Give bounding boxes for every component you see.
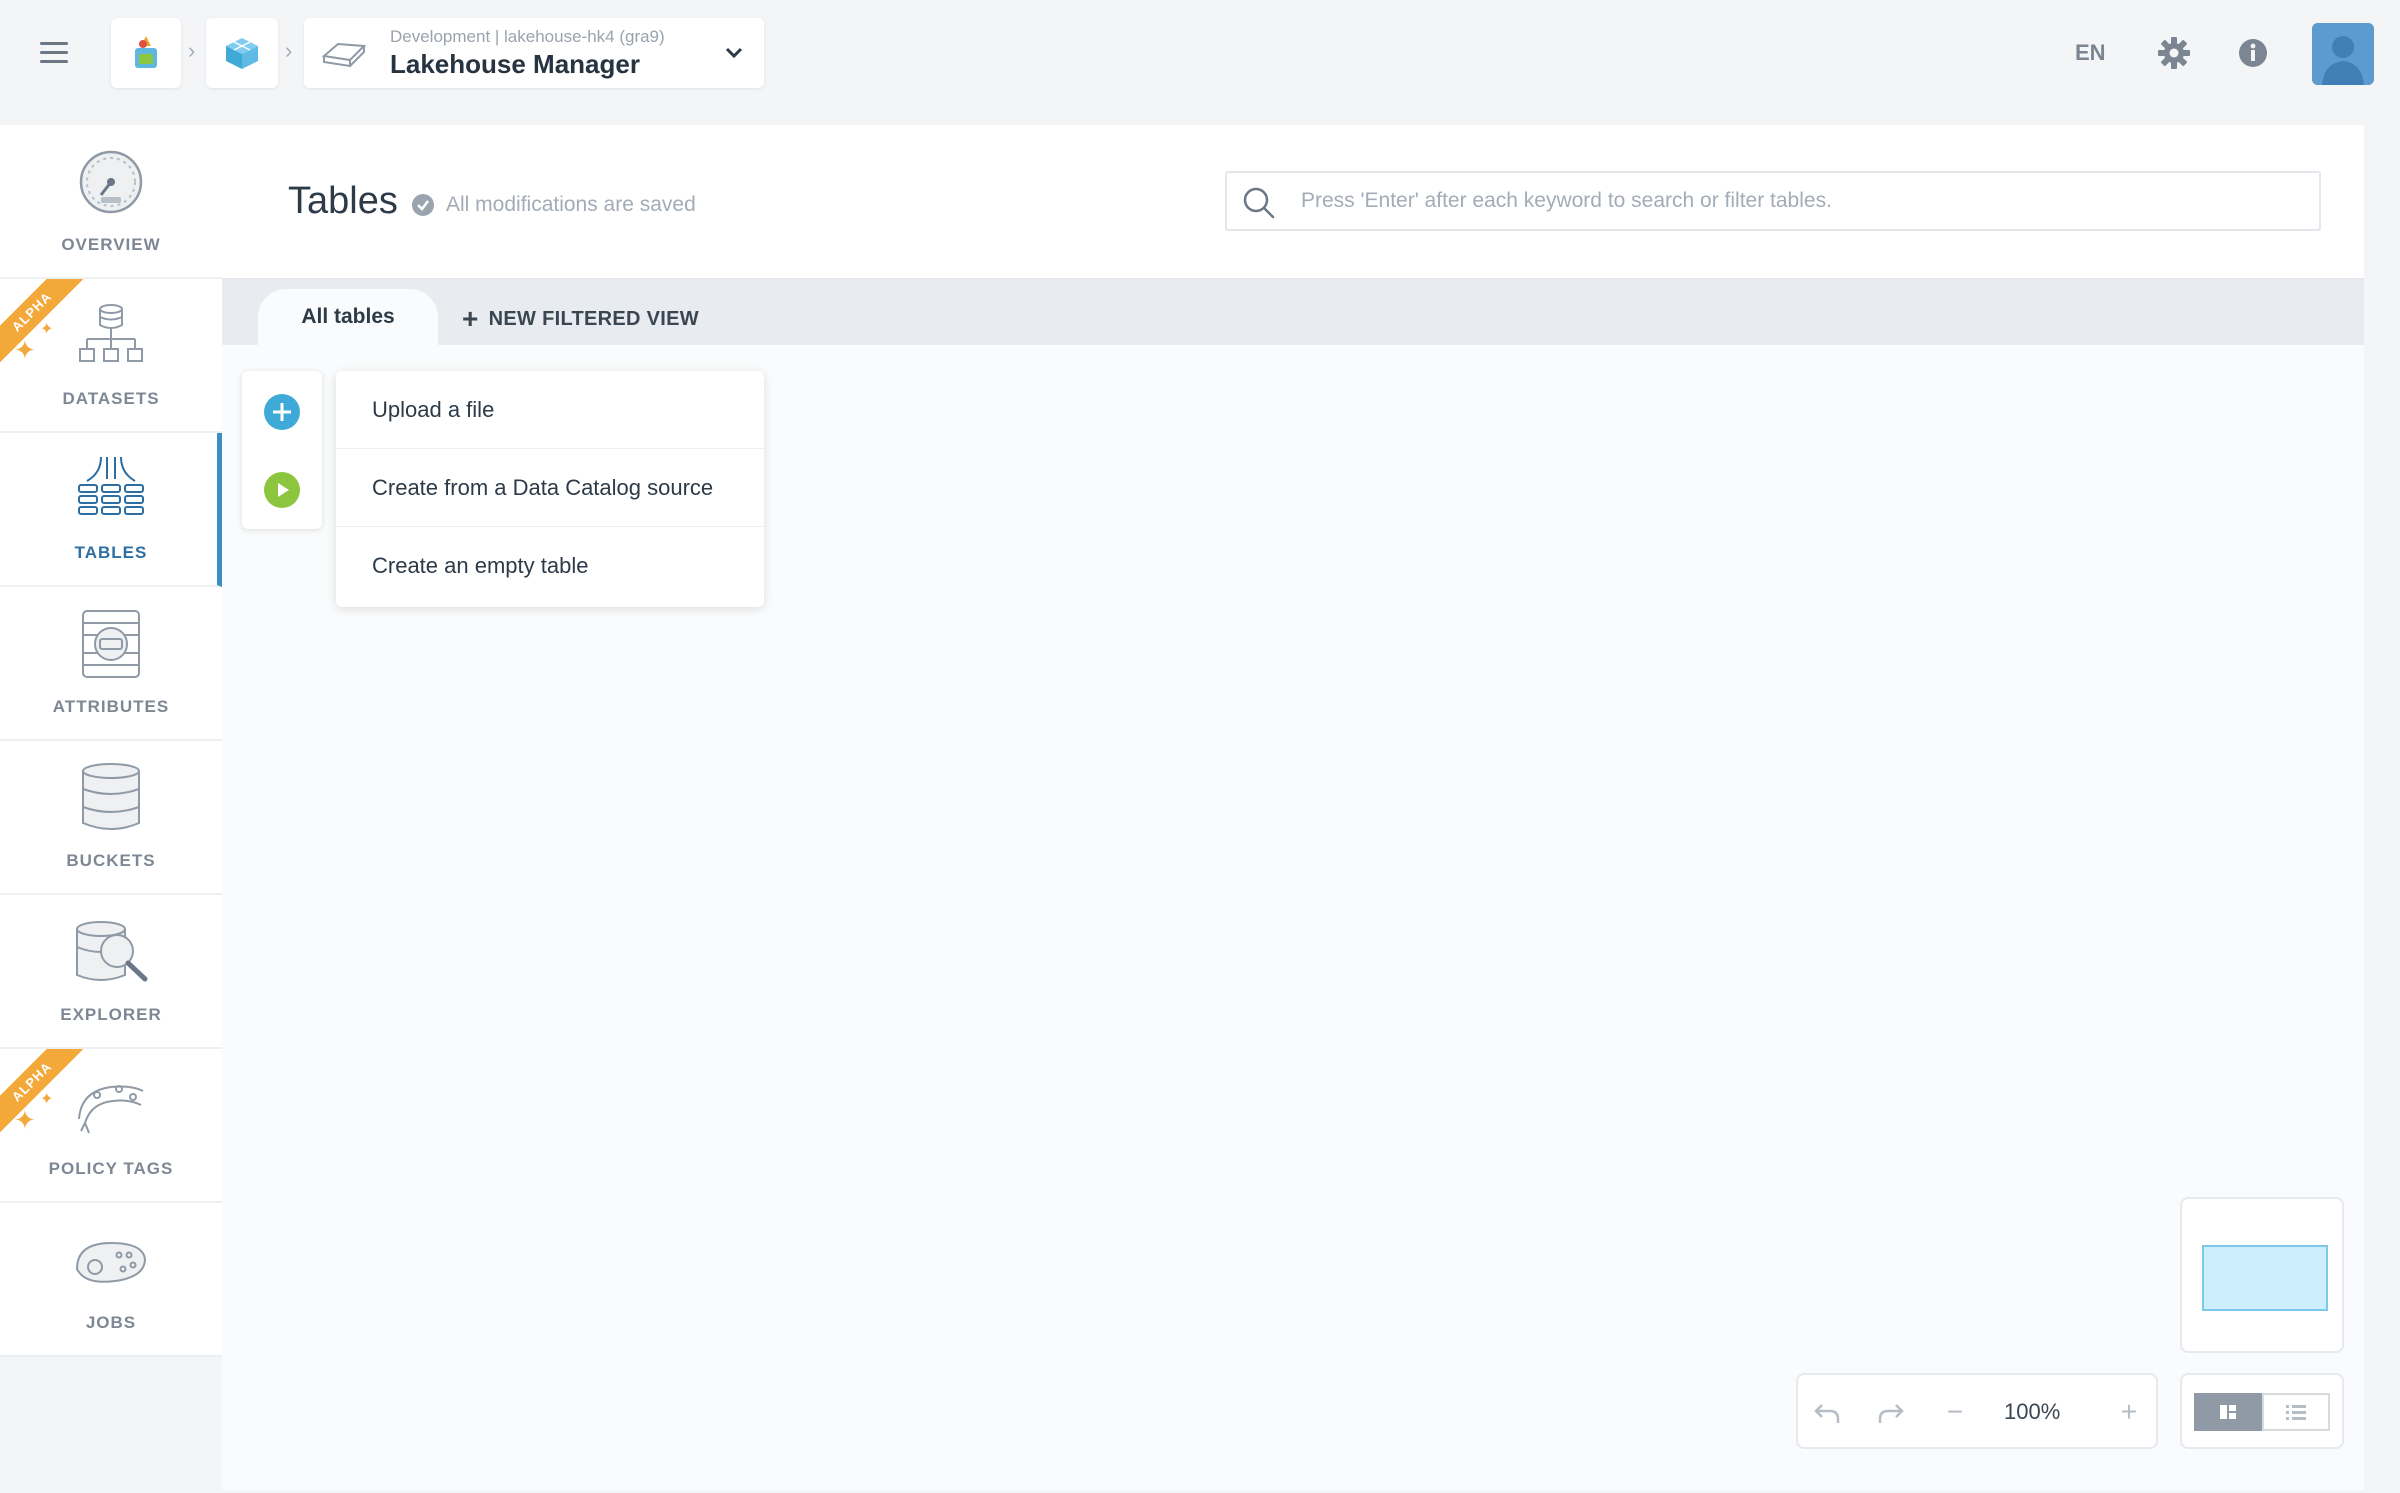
user-silhouette-icon	[2312, 23, 2374, 85]
diagram-view-button[interactable]	[2194, 1393, 2262, 1431]
attributes-icon	[82, 610, 140, 678]
main-panel: Tables All modifications are saved All t…	[222, 125, 2364, 1490]
jobs-icon	[75, 1241, 147, 1283]
zoom-out-icon[interactable]: −	[1940, 1397, 1970, 1427]
search-input[interactable]	[1301, 173, 2301, 229]
project-title: Lakehouse Manager	[390, 48, 640, 79]
sidebar-item-label: EXPLORER	[60, 1005, 162, 1024]
buckets-icon	[82, 763, 140, 830]
search-icon	[1243, 187, 1275, 219]
project-selector[interactable]: Development | lakehouse-hk4 (gra9) Lakeh…	[304, 18, 764, 88]
user-avatar[interactable]	[2312, 23, 2374, 85]
save-status: All modifications are saved	[412, 193, 696, 217]
sparkle-icon: ✦	[14, 1105, 36, 1135]
zoom-in-icon[interactable]: +	[2114, 1397, 2144, 1427]
sidebar-item-label: BUCKETS	[66, 851, 156, 870]
list-view-icon	[2286, 1405, 2306, 1420]
sidebar-item-overview[interactable]: OVERVIEW	[0, 125, 222, 279]
sidebar-item-label: JOBS	[85, 1313, 137, 1332]
sidebar-nav: OVERVIEW ALPHA ✦ ✦ DATASETS TABLES ATTRI…	[0, 125, 222, 1357]
minimap-viewport[interactable]	[2202, 1245, 2328, 1311]
plus-icon: +	[462, 303, 479, 334]
tab-all-tables[interactable]: All tables	[258, 289, 438, 345]
undo-icon[interactable]	[1812, 1397, 1842, 1427]
tables-icon	[78, 456, 144, 515]
new-filtered-view-button[interactable]: + NEW FILTERED VIEW	[462, 303, 699, 335]
sidebar-item-label: DATASETS	[62, 389, 160, 408]
sidebar-item-label: ATTRIBUTES	[52, 697, 170, 716]
breadcrumb-service[interactable]	[206, 18, 278, 88]
menu-item-upload-file[interactable]: Upload a file	[336, 371, 764, 449]
create-table-menu: Upload a file Create from a Data Catalog…	[336, 371, 764, 607]
sparkle-icon: ✦	[40, 1091, 54, 1108]
sidebar-item-policy-tags[interactable]: ALPHA ✦ ✦ POLICY TAGS	[0, 1049, 222, 1203]
play-icon[interactable]	[264, 472, 300, 508]
breadcrumb-app-logo[interactable]	[111, 18, 181, 88]
breadcrumb-separator-icon: ›	[188, 38, 196, 63]
app-logo-icon	[135, 36, 157, 68]
zoom-controls: − 100% +	[1796, 1373, 2158, 1449]
language-selector[interactable]: EN	[2075, 40, 2106, 66]
gear-icon[interactable]	[2157, 36, 2191, 70]
project-subtitle: Development | lakehouse-hk4 (gra9)	[390, 26, 665, 46]
sparkle-icon: ✦	[40, 321, 54, 338]
view-toggle	[2180, 1373, 2344, 1449]
grid-view-icon	[2220, 1405, 2236, 1419]
menu-item-create-from-catalog[interactable]: Create from a Data Catalog source	[336, 449, 764, 527]
sidebar-item-datasets[interactable]: ALPHA ✦ ✦ DATASETS	[0, 279, 222, 433]
info-icon[interactable]	[2236, 36, 2270, 70]
check-circle-icon	[412, 194, 434, 216]
dataset-tree-icon	[79, 304, 143, 362]
redo-icon[interactable]	[1876, 1397, 1906, 1427]
sidebar-item-attributes[interactable]: ATTRIBUTES	[0, 587, 222, 741]
page-title: Tables	[288, 180, 398, 222]
sidebar-item-explorer[interactable]: EXPLORER	[0, 895, 222, 1049]
sidebar-item-label: POLICY TAGS	[48, 1159, 174, 1178]
sidebar-item-label: TABLES	[74, 543, 148, 562]
action-column	[242, 371, 322, 529]
cube-icon	[226, 38, 258, 69]
list-view-button[interactable]	[2262, 1393, 2330, 1431]
speedometer-icon	[79, 150, 143, 214]
sidebar-item-tables[interactable]: TABLES	[0, 433, 222, 587]
hamburger-menu-icon[interactable]	[40, 42, 68, 64]
sparkle-icon: ✦	[14, 335, 36, 365]
search-box	[1225, 171, 2321, 231]
zoom-level: 100%	[2004, 1399, 2061, 1424]
top-bar: › › Development | lakehouse-hk4 (gra9) L…	[0, 0, 2400, 110]
new-filtered-view-label: NEW FILTERED VIEW	[488, 308, 699, 330]
page-header: Tables All modifications are saved	[222, 125, 2364, 279]
add-icon[interactable]	[264, 394, 300, 430]
chevron-down-icon	[725, 47, 743, 59]
sidebar-item-label: OVERVIEW	[61, 235, 161, 254]
breadcrumb-separator-icon: ›	[285, 38, 293, 63]
sidebar-item-buckets[interactable]: BUCKETS	[0, 741, 222, 895]
lakehouse-icon	[321, 42, 367, 68]
sidebar-item-jobs[interactable]: JOBS	[0, 1203, 222, 1357]
minimap[interactable]	[2180, 1197, 2344, 1353]
menu-item-create-empty-table[interactable]: Create an empty table	[336, 527, 764, 605]
tab-bar: All tables + NEW FILTERED VIEW	[222, 279, 2364, 345]
explorer-icon	[76, 921, 148, 982]
policy-tags-icon	[78, 1085, 144, 1134]
save-status-text: All modifications are saved	[446, 193, 696, 216]
